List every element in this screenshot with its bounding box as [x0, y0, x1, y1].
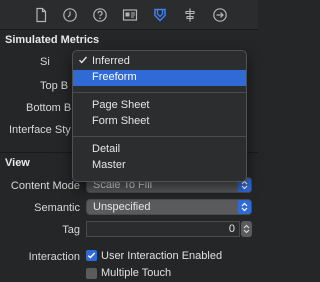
content-mode-label: Content Mode [10, 180, 80, 192]
menu-item-label: Master [92, 159, 126, 171]
top-bar-label: Top B [40, 80, 69, 92]
menu-separator [73, 92, 246, 93]
bottom-bar-label: Bottom B [26, 102, 72, 114]
user-interaction-checkbox[interactable] [86, 250, 97, 261]
menu-separator [73, 136, 246, 137]
menu-item-inferred[interactable]: Inferred [73, 54, 246, 70]
size-label: Si [40, 56, 50, 68]
simulated-metrics-title: Simulated Metrics [5, 34, 100, 46]
popup-arrows-icon [238, 200, 251, 214]
menu-item-label: Freeform [92, 71, 137, 83]
file-icon[interactable] [32, 6, 50, 24]
semantic-label: Semantic [34, 202, 80, 214]
menu-item-label: Form Sheet [92, 115, 150, 127]
clock-icon[interactable] [61, 6, 79, 24]
user-interaction-label: User Interaction Enabled [101, 250, 223, 262]
attributes-icon[interactable] [151, 6, 169, 24]
menu-item-detail[interactable]: Detail [73, 142, 246, 158]
help-icon[interactable] [91, 6, 109, 24]
semantic-popup[interactable]: Unspecified [86, 199, 252, 215]
view-section-title: View [5, 157, 30, 169]
menu-item-freeform[interactable]: Freeform [73, 70, 246, 86]
checkmark-icon [78, 55, 90, 68]
tag-field[interactable]: 0 [86, 221, 240, 237]
menu-item-master[interactable]: Master [73, 158, 246, 174]
tag-value: 0 [228, 223, 235, 235]
tag-stepper[interactable] [241, 221, 252, 237]
interaction-label: Interaction [28, 251, 80, 263]
interface-style-label: Interface Sty [9, 124, 71, 136]
menu-item-label: Inferred [92, 55, 130, 67]
multiple-touch-label: Multiple Touch [101, 267, 172, 279]
size-dropdown-menu: Inferred Freeform Page Sheet Form Sheet … [72, 50, 247, 182]
menu-item-page-sheet[interactable]: Page Sheet [73, 98, 246, 114]
menu-item-label: Detail [92, 143, 121, 155]
connections-icon[interactable] [211, 6, 229, 24]
menu-item-form-sheet[interactable]: Form Sheet [73, 114, 246, 130]
identity-icon[interactable] [121, 6, 139, 24]
menu-item-label: Page Sheet [92, 99, 150, 111]
inspector-toolbar [0, 0, 258, 30]
tag-label: Tag [62, 224, 80, 236]
multiple-touch-checkbox[interactable] [86, 268, 97, 279]
size-icon[interactable] [181, 6, 199, 24]
semantic-value: Unspecified [93, 201, 151, 213]
